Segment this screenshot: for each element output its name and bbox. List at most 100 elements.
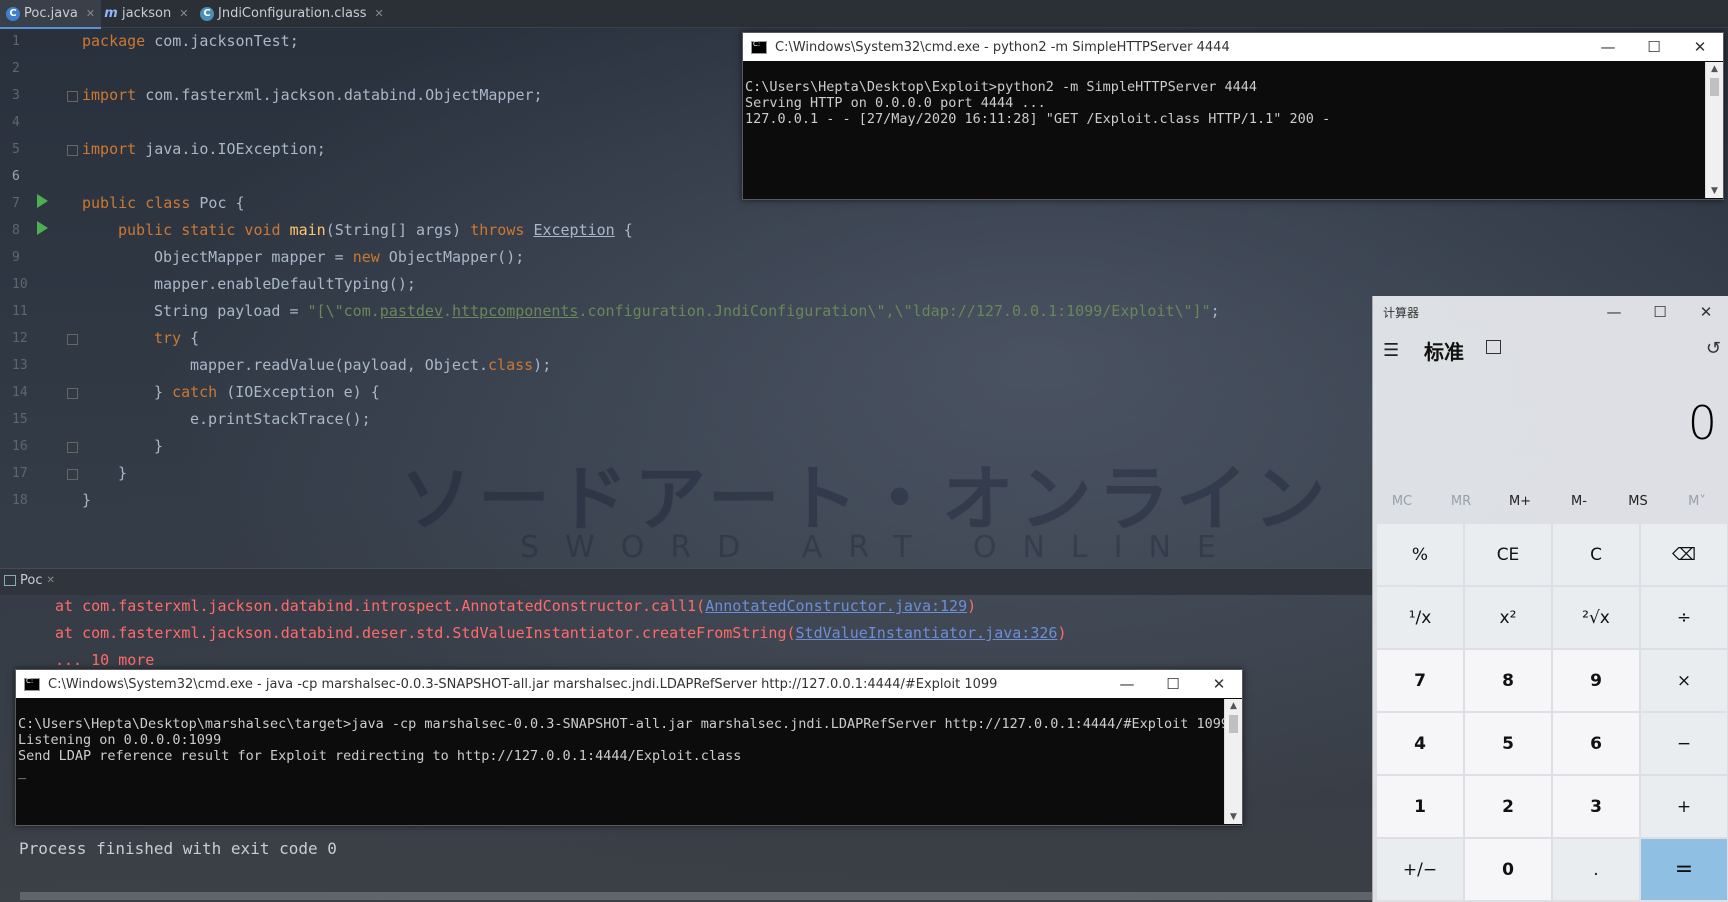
code-line[interactable]: e.printStackTrace();: [190, 410, 371, 428]
editor-gutter: 1 2 3 4 5 6 7 8 9 10 11 12 13 14 15 16 1…: [0, 27, 68, 540]
keep-on-top-icon[interactable]: [1486, 340, 1501, 354]
scrollbar-thumb[interactable]: [1710, 78, 1719, 96]
code-line[interactable]: String payload = "[\"com.pastdev.httpcom…: [154, 302, 1220, 320]
backspace-button[interactable]: ⌫: [1641, 524, 1727, 585]
close-button[interactable]: ✕: [1677, 33, 1723, 61]
maximize-button[interactable]: ☐: [1637, 296, 1683, 328]
code-line[interactable]: mapper.enableDefaultTyping();: [154, 275, 416, 293]
horizontal-scrollbar[interactable]: [20, 892, 1372, 900]
tab-jndiconfiguration-class[interactable]: C JndiConfiguration.class ✕: [194, 0, 390, 27]
scroll-up-icon[interactable]: ▲: [1706, 64, 1723, 74]
code-line[interactable]: }: [154, 437, 163, 455]
cmd-title-bar[interactable]: C:\Windows\System32\cmd.exe - java -cp m…: [16, 670, 1242, 698]
string-literal: .: [443, 302, 453, 320]
clear-entry-button[interactable]: CE: [1465, 524, 1551, 585]
digit-7-button[interactable]: 7: [1377, 650, 1463, 711]
decimal-button[interactable]: .: [1553, 839, 1639, 900]
digit-1-button[interactable]: 1: [1377, 776, 1463, 837]
tab-jackson[interactable]: m jackson ✕: [98, 0, 194, 27]
memory-subtract-button[interactable]: M-: [1550, 494, 1608, 509]
tab-poc-java[interactable]: C Poc.java ✕: [0, 0, 102, 29]
maximize-button[interactable]: ☐: [1631, 33, 1677, 61]
code-line[interactable]: }: [82, 491, 91, 509]
square-button[interactable]: x²: [1465, 587, 1551, 648]
cmd-window-ldap-server[interactable]: C:\Windows\System32\cmd.exe - java -cp m…: [15, 669, 1243, 826]
code-line[interactable]: package com.jacksonTest;: [82, 32, 299, 50]
source-link[interactable]: StdValueInstantiator.java:326: [796, 624, 1058, 642]
digit-6-button[interactable]: 6: [1553, 713, 1639, 774]
vertical-scrollbar[interactable]: ▲ ▼: [1705, 62, 1723, 198]
equals-button[interactable]: =: [1641, 839, 1727, 900]
console-error-line: at com.fasterxml.jackson.databind.deser.…: [55, 624, 1066, 642]
digit-0-button[interactable]: 0: [1465, 839, 1551, 900]
fold-marker-icon[interactable]: [67, 442, 78, 453]
cmd-window-http-server[interactable]: C:\Windows\System32\cmd.exe - python2 -m…: [742, 32, 1724, 200]
line-number: 2: [12, 61, 20, 76]
line-number: 4: [12, 115, 20, 130]
code-line[interactable]: } catch (IOException e) {: [154, 383, 380, 401]
divide-button[interactable]: ÷: [1641, 587, 1727, 648]
calculator-window[interactable]: 计算器 — ☐ ✕ ☰ 标准 ↺ 0 MC MR M+ M- MS M˅ % C…: [1372, 296, 1728, 902]
close-button[interactable]: ✕: [1196, 670, 1242, 698]
minimize-button[interactable]: —: [1591, 296, 1637, 328]
fold-marker-icon[interactable]: [67, 91, 78, 102]
run-class-icon[interactable]: [37, 194, 48, 208]
stack-trace-text: at com.fasterxml.jackson.databind.deser.…: [55, 624, 796, 642]
memory-add-button[interactable]: M+: [1491, 494, 1549, 509]
code-line[interactable]: public static void main(String[] args) t…: [118, 221, 633, 239]
add-button[interactable]: +: [1641, 776, 1727, 837]
memory-store-button[interactable]: MS: [1609, 494, 1667, 509]
clear-button[interactable]: C: [1553, 524, 1639, 585]
string-literal: "[\"com.: [307, 302, 380, 320]
digit-9-button[interactable]: 9: [1553, 650, 1639, 711]
scroll-down-icon[interactable]: ▼: [1225, 812, 1242, 822]
line-number: 1: [12, 34, 20, 49]
code-line[interactable]: public class Poc {: [82, 194, 245, 212]
history-icon[interactable]: ↺: [1706, 338, 1721, 359]
code-line[interactable]: }: [118, 464, 127, 482]
negate-button[interactable]: +/−: [1377, 839, 1463, 900]
code-line[interactable]: mapper.readValue(payload, Object.class);: [190, 356, 551, 374]
fold-marker-icon[interactable]: [67, 388, 78, 399]
watermark-title-en: SWORD ART ONLINE: [520, 530, 1242, 565]
close-icon[interactable]: ✕: [375, 7, 384, 20]
digit-5-button[interactable]: 5: [1465, 713, 1551, 774]
close-button[interactable]: ✕: [1683, 296, 1728, 328]
scroll-up-icon[interactable]: ▲: [1225, 701, 1242, 711]
code-line[interactable]: ObjectMapper mapper = new ObjectMapper()…: [154, 248, 524, 266]
line-number: 9: [12, 250, 20, 265]
minimize-button[interactable]: —: [1104, 670, 1150, 698]
cmd-line: C:\Users\Hepta\Desktop\Exploit>python2 -…: [745, 79, 1258, 95]
percent-button[interactable]: %: [1377, 524, 1463, 585]
code-line[interactable]: import com.fasterxml.jackson.databind.Ob…: [82, 86, 543, 104]
close-icon[interactable]: ✕: [179, 7, 188, 20]
fold-marker-icon[interactable]: [67, 469, 78, 480]
minimize-button[interactable]: —: [1585, 33, 1631, 61]
vertical-scrollbar[interactable]: ▲ ▼: [1224, 699, 1242, 824]
multiply-button[interactable]: ×: [1641, 650, 1727, 711]
digit-8-button[interactable]: 8: [1465, 650, 1551, 711]
code-line[interactable]: try {: [154, 329, 199, 347]
close-icon[interactable]: ✕: [86, 7, 95, 20]
digit-3-button[interactable]: 3: [1553, 776, 1639, 837]
run-main-icon[interactable]: [37, 221, 48, 235]
scroll-down-icon[interactable]: ▼: [1706, 186, 1723, 196]
reciprocal-button[interactable]: ¹/x: [1377, 587, 1463, 648]
close-icon[interactable]: ✕: [46, 575, 54, 586]
fold-marker-icon[interactable]: [67, 334, 78, 345]
subtract-button[interactable]: −: [1641, 713, 1727, 774]
fold-marker-icon[interactable]: [67, 145, 78, 156]
digit-4-button[interactable]: 4: [1377, 713, 1463, 774]
stack-trace-text: ): [967, 597, 977, 615]
run-tab-poc[interactable]: Poc ✕: [4, 573, 55, 588]
hamburger-menu-icon[interactable]: ☰: [1383, 340, 1399, 361]
code-line[interactable]: import java.io.IOException;: [82, 140, 326, 158]
digit-2-button[interactable]: 2: [1465, 776, 1551, 837]
line-number: 3: [12, 88, 20, 103]
source-link[interactable]: AnnotatedConstructor.java:129: [705, 597, 967, 615]
square-root-button[interactable]: ²√x: [1553, 587, 1639, 648]
cmd-title-bar[interactable]: C:\Windows\System32\cmd.exe - python2 -m…: [743, 33, 1723, 61]
maximize-button[interactable]: ☐: [1150, 670, 1196, 698]
exception-type: Exception: [533, 221, 615, 239]
scrollbar-thumb[interactable]: [1229, 715, 1238, 733]
